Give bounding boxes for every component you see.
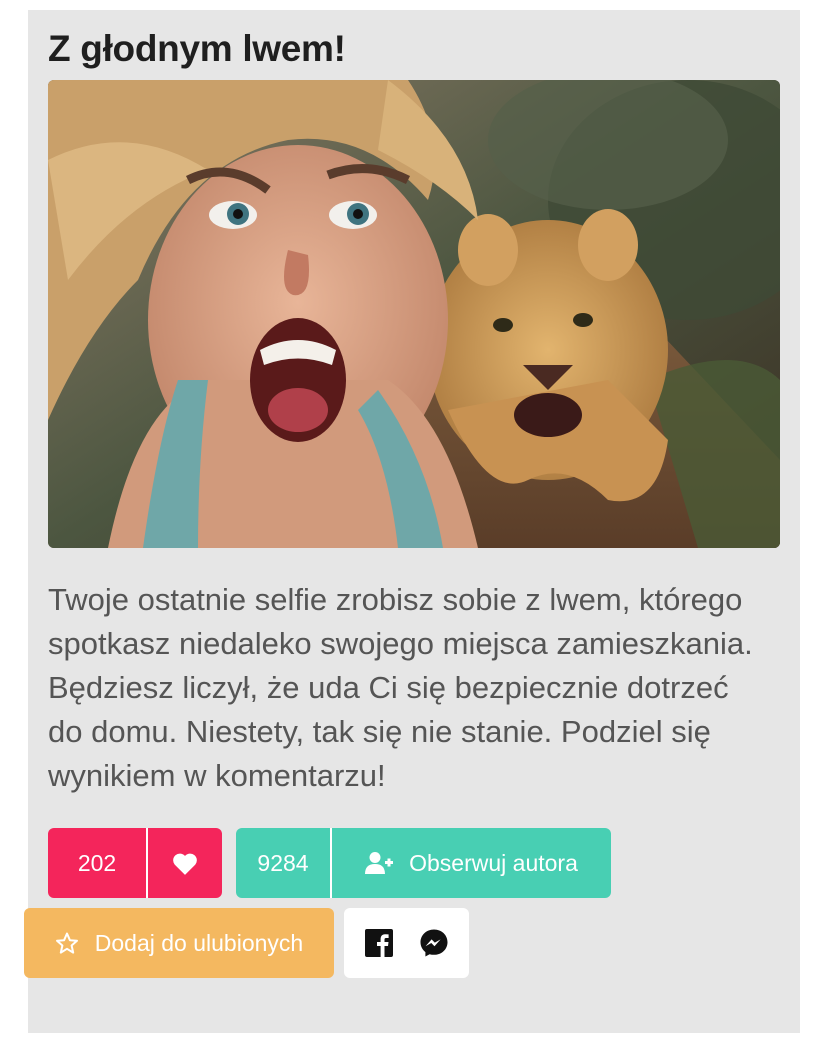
star-outline-icon bbox=[55, 932, 79, 955]
follow-button-group: 9284 Obserwuj autora bbox=[236, 828, 611, 898]
like-button-group: 202 bbox=[48, 828, 222, 898]
followers-count: 9284 bbox=[236, 828, 332, 898]
result-image bbox=[48, 80, 780, 548]
user-plus-icon bbox=[365, 851, 394, 875]
follow-author-button[interactable]: Obserwuj autora bbox=[332, 828, 611, 898]
follow-author-label: Obserwuj autora bbox=[409, 849, 578, 876]
add-to-favorites-button[interactable]: Dodaj do ulubionych bbox=[24, 908, 334, 978]
result-title: Z głodnym lwem! bbox=[48, 28, 346, 69]
messenger-icon bbox=[419, 928, 449, 958]
heart-icon bbox=[172, 852, 198, 875]
add-to-favorites-label: Dodaj do ulubionych bbox=[94, 929, 304, 956]
result-description: Twoje ostatnie selfie zrobisz sobie z lw… bbox=[48, 582, 753, 793]
messenger-share-button[interactable] bbox=[419, 928, 449, 958]
likes-count: 202 bbox=[48, 828, 148, 898]
facebook-share-button[interactable] bbox=[364, 929, 393, 957]
share-buttons bbox=[344, 908, 469, 978]
facebook-icon bbox=[364, 929, 393, 957]
quiz-result-card: Z głodnym lwem! Twoje ostatnie selfie zr… bbox=[28, 10, 800, 1033]
like-button[interactable] bbox=[148, 828, 222, 898]
